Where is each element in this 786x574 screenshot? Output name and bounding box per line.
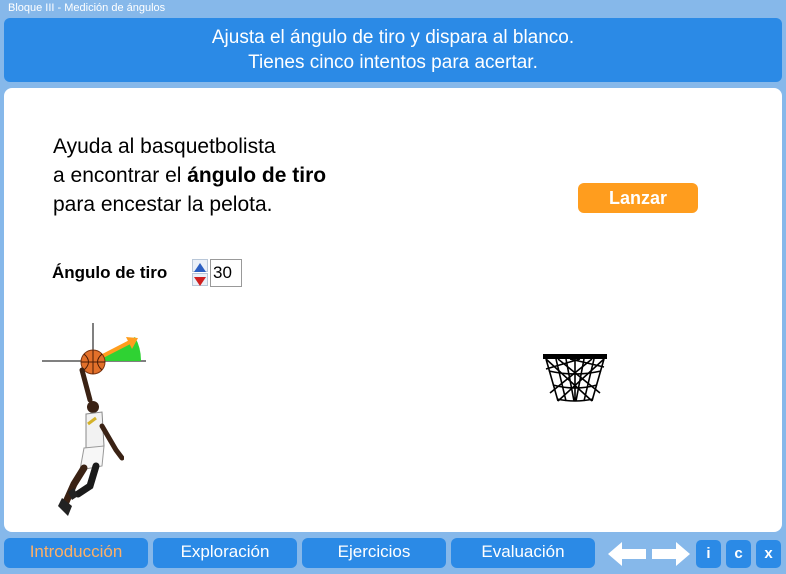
intro-line-3: para encestar la pelota. — [53, 193, 273, 216]
credits-button[interactable]: c — [726, 540, 751, 568]
basketball-player-image — [58, 367, 124, 516]
instructions-line-2: Tienes cinco intentos para acertar. — [248, 52, 538, 73]
forward-arrow-icon[interactable] — [650, 540, 692, 568]
activity-panel: Ayuda al basquetbolista a encontrar el á… — [4, 88, 782, 532]
intro-line-2-text: a encontrar el — [53, 164, 188, 187]
info-button[interactable]: i — [696, 540, 721, 568]
intro-line-1: Ayuda al basquetbolista — [53, 135, 276, 158]
intro-line-2: a encontrar el ángulo de tiro — [53, 161, 326, 190]
angle-input[interactable] — [210, 259, 242, 287]
arrow-up-icon — [194, 263, 206, 272]
instructions-line-1: Ajusta el ángulo de tiro y dispara al bl… — [211, 27, 575, 48]
instructions-banner: Ajusta el ángulo de tiro y dispara al bl… — [4, 18, 782, 82]
intro-line-2-bold: ángulo de tiro — [187, 164, 327, 187]
angle-label: Ángulo de tiro — [52, 263, 168, 282]
window-title: Bloque III - Medición de ángulos — [8, 2, 166, 14]
intro-text: Ayuda al basquetbolista a encontrar el á… — [53, 132, 326, 219]
tab-introduccion[interactable]: Introducción — [4, 538, 148, 568]
launch-button[interactable]: Lanzar — [578, 183, 698, 213]
tab-ejercicios[interactable]: Ejercicios — [302, 538, 446, 568]
tab-evaluacion[interactable]: Evaluación — [451, 538, 595, 568]
basketball-hoop-icon — [543, 354, 607, 402]
close-button[interactable]: x — [756, 540, 781, 568]
navigation-bar: Introducción Exploración Ejercicios Eval… — [0, 536, 786, 574]
angle-increase-button[interactable] — [192, 259, 208, 272]
tab-exploracion[interactable]: Exploración — [153, 538, 297, 568]
arrow-down-icon — [194, 277, 206, 286]
angle-decrease-button[interactable] — [192, 273, 208, 286]
angle-stepper — [192, 259, 208, 287]
back-arrow-icon[interactable] — [606, 540, 648, 568]
